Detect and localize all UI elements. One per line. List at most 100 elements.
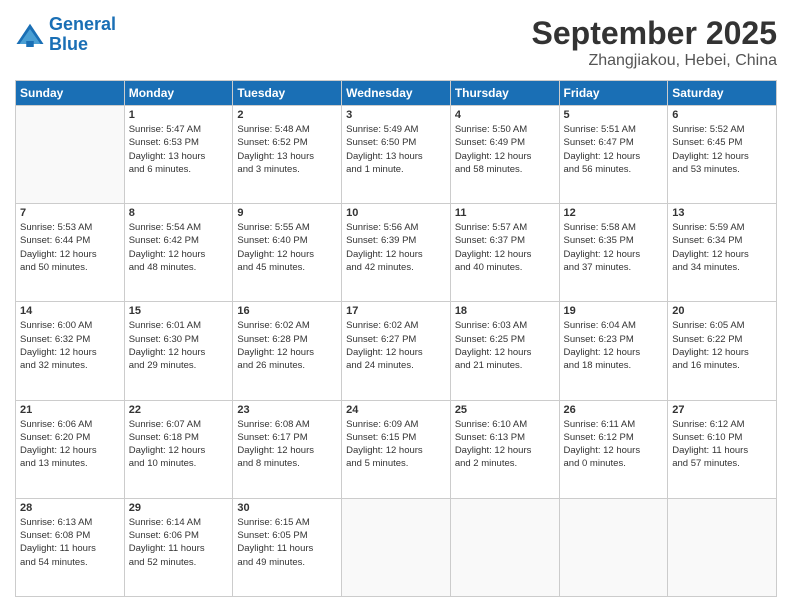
calendar-week-row: 7Sunrise: 5:53 AM Sunset: 6:44 PM Daylig… bbox=[16, 204, 777, 302]
day-info: Sunrise: 5:55 AM Sunset: 6:40 PM Dayligh… bbox=[237, 221, 337, 274]
calendar-day-cell bbox=[668, 498, 777, 596]
calendar-day-cell: 14 Sunrise: 6:00 AM Sunset: 6:32 PM Dayli… bbox=[16, 302, 125, 400]
calendar-header-cell: Monday bbox=[124, 81, 233, 106]
day-number: 22 bbox=[129, 404, 229, 416]
calendar-header-cell: Wednesday bbox=[342, 81, 451, 106]
day-number: 24 bbox=[346, 404, 446, 416]
day-info: Sunrise: 6:09 AM Sunset: 6:15 PM Dayligh… bbox=[346, 418, 446, 471]
calendar-day-cell: 26 Sunrise: 6:11 AM Sunset: 6:12 PM Dayli… bbox=[559, 400, 668, 498]
title-block: September 2025 Zhangjiakou, Hebei, China bbox=[532, 15, 777, 70]
day-info: Sunrise: 6:03 AM Sunset: 6:25 PM Dayligh… bbox=[455, 319, 555, 372]
calendar-day-cell: 19Sunrise: 6:04 AM Sunset: 6:23 PM Dayli… bbox=[559, 302, 668, 400]
calendar-header-cell: Thursday bbox=[450, 81, 559, 106]
day-number: 21 bbox=[20, 404, 120, 416]
day-info: Sunrise: 5:49 AM Sunset: 6:50 PM Dayligh… bbox=[346, 123, 446, 176]
day-number: 12 bbox=[564, 207, 664, 219]
day-info: Sunrise: 5:59 AM Sunset: 6:34 PM Dayligh… bbox=[672, 221, 772, 274]
calendar-day-cell: 9 Sunrise: 5:55 AM Sunset: 6:40 PM Daylig… bbox=[233, 204, 342, 302]
day-info: Sunrise: 5:50 AM Sunset: 6:49 PM Dayligh… bbox=[455, 123, 555, 176]
day-info: Sunrise: 6:14 AM Sunset: 6:06 PM Dayligh… bbox=[129, 516, 229, 569]
day-number: 29 bbox=[129, 502, 229, 514]
calendar-day-cell: 2Sunrise: 5:48 AM Sunset: 6:52 PM Daylig… bbox=[233, 106, 342, 204]
month-title: September 2025 bbox=[532, 15, 777, 52]
day-info: Sunrise: 5:58 AM Sunset: 6:35 PM Dayligh… bbox=[564, 221, 664, 274]
day-number: 19 bbox=[564, 305, 664, 317]
day-number: 8 bbox=[129, 207, 229, 219]
day-number: 10 bbox=[346, 207, 446, 219]
calendar-day-cell: 17Sunrise: 6:02 AM Sunset: 6:27 PM Dayli… bbox=[342, 302, 451, 400]
location: Zhangjiakou, Hebei, China bbox=[532, 52, 777, 70]
calendar-day-cell bbox=[450, 498, 559, 596]
day-number: 23 bbox=[237, 404, 337, 416]
day-info: Sunrise: 6:12 AM Sunset: 6:10 PM Dayligh… bbox=[672, 418, 772, 471]
day-info: Sunrise: 5:56 AM Sunset: 6:39 PM Dayligh… bbox=[346, 221, 446, 274]
calendar-week-row: 21 Sunrise: 6:06 AM Sunset: 6:20 PM Dayli… bbox=[16, 400, 777, 498]
calendar-day-cell: 20 Sunrise: 6:05 AM Sunset: 6:22 PM Dayli… bbox=[668, 302, 777, 400]
logo-line1: General bbox=[49, 14, 116, 34]
calendar-week-row: 28 Sunrise: 6:13 AM Sunset: 6:08 PM Dayli… bbox=[16, 498, 777, 596]
day-number: 20 bbox=[672, 305, 772, 317]
calendar-week-row: 1Sunrise: 5:47 AM Sunset: 6:53 PM Daylig… bbox=[16, 106, 777, 204]
calendar-header-cell: Saturday bbox=[668, 81, 777, 106]
calendar-day-cell: 11 Sunrise: 5:57 AM Sunset: 6:37 PM Dayli… bbox=[450, 204, 559, 302]
calendar-header-cell: Friday bbox=[559, 81, 668, 106]
header: General Blue September 2025 Zhangjiakou,… bbox=[15, 15, 777, 70]
day-info: Sunrise: 6:15 AM Sunset: 6:05 PM Dayligh… bbox=[237, 516, 337, 569]
calendar-day-cell: 6Sunrise: 5:52 AM Sunset: 6:45 PM Daylig… bbox=[668, 106, 777, 204]
calendar-day-cell: 30 Sunrise: 6:15 AM Sunset: 6:05 PM Dayli… bbox=[233, 498, 342, 596]
day-info: Sunrise: 6:02 AM Sunset: 6:27 PM Dayligh… bbox=[346, 319, 446, 372]
day-number: 13 bbox=[672, 207, 772, 219]
day-info: Sunrise: 6:10 AM Sunset: 6:13 PM Dayligh… bbox=[455, 418, 555, 471]
calendar-header-cell: Tuesday bbox=[233, 81, 342, 106]
logo-icon bbox=[15, 20, 45, 50]
calendar-day-cell: 12 Sunrise: 5:58 AM Sunset: 6:35 PM Dayli… bbox=[559, 204, 668, 302]
day-number: 28 bbox=[20, 502, 120, 514]
calendar-day-cell: 4 Sunrise: 5:50 AM Sunset: 6:49 PM Daylig… bbox=[450, 106, 559, 204]
calendar-day-cell: 22 Sunrise: 6:07 AM Sunset: 6:18 PM Dayli… bbox=[124, 400, 233, 498]
page: General Blue September 2025 Zhangjiakou,… bbox=[0, 0, 792, 612]
calendar-day-cell: 27Sunrise: 6:12 AM Sunset: 6:10 PM Dayli… bbox=[668, 400, 777, 498]
day-number: 4 bbox=[455, 109, 555, 121]
calendar-day-cell: 1Sunrise: 5:47 AM Sunset: 6:53 PM Daylig… bbox=[124, 106, 233, 204]
day-number: 14 bbox=[20, 305, 120, 317]
calendar-day-cell bbox=[559, 498, 668, 596]
day-info: Sunrise: 6:06 AM Sunset: 6:20 PM Dayligh… bbox=[20, 418, 120, 471]
day-info: Sunrise: 6:00 AM Sunset: 6:32 PM Dayligh… bbox=[20, 319, 120, 372]
logo-text: General Blue bbox=[49, 15, 116, 55]
calendar-header-cell: Sunday bbox=[16, 81, 125, 106]
day-info: Sunrise: 5:57 AM Sunset: 6:37 PM Dayligh… bbox=[455, 221, 555, 274]
calendar-day-cell: 15Sunrise: 6:01 AM Sunset: 6:30 PM Dayli… bbox=[124, 302, 233, 400]
calendar-week-row: 14 Sunrise: 6:00 AM Sunset: 6:32 PM Dayli… bbox=[16, 302, 777, 400]
day-number: 3 bbox=[346, 109, 446, 121]
day-number: 9 bbox=[237, 207, 337, 219]
calendar-day-cell bbox=[16, 106, 125, 204]
calendar-day-cell: 3 Sunrise: 5:49 AM Sunset: 6:50 PM Daylig… bbox=[342, 106, 451, 204]
day-number: 11 bbox=[455, 207, 555, 219]
calendar-day-cell: 18 Sunrise: 6:03 AM Sunset: 6:25 PM Dayli… bbox=[450, 302, 559, 400]
day-number: 5 bbox=[564, 109, 664, 121]
calendar-day-cell: 24 Sunrise: 6:09 AM Sunset: 6:15 PM Dayli… bbox=[342, 400, 451, 498]
day-number: 30 bbox=[237, 502, 337, 514]
calendar-day-cell bbox=[342, 498, 451, 596]
day-number: 26 bbox=[564, 404, 664, 416]
logo: General Blue bbox=[15, 15, 116, 55]
day-info: Sunrise: 5:53 AM Sunset: 6:44 PM Dayligh… bbox=[20, 221, 120, 274]
logo-line2: Blue bbox=[49, 34, 88, 54]
day-info: Sunrise: 5:52 AM Sunset: 6:45 PM Dayligh… bbox=[672, 123, 772, 176]
day-number: 18 bbox=[455, 305, 555, 317]
day-number: 15 bbox=[129, 305, 229, 317]
calendar-day-cell: 5 Sunrise: 5:51 AM Sunset: 6:47 PM Daylig… bbox=[559, 106, 668, 204]
day-number: 25 bbox=[455, 404, 555, 416]
calendar-day-cell: 23Sunrise: 6:08 AM Sunset: 6:17 PM Dayli… bbox=[233, 400, 342, 498]
day-info: Sunrise: 5:47 AM Sunset: 6:53 PM Dayligh… bbox=[129, 123, 229, 176]
calendar: SundayMondayTuesdayWednesdayThursdayFrid… bbox=[15, 80, 777, 597]
day-info: Sunrise: 6:11 AM Sunset: 6:12 PM Dayligh… bbox=[564, 418, 664, 471]
calendar-day-cell: 13 Sunrise: 5:59 AM Sunset: 6:34 PM Dayli… bbox=[668, 204, 777, 302]
day-info: Sunrise: 6:13 AM Sunset: 6:08 PM Dayligh… bbox=[20, 516, 120, 569]
day-info: Sunrise: 6:07 AM Sunset: 6:18 PM Dayligh… bbox=[129, 418, 229, 471]
day-info: Sunrise: 5:51 AM Sunset: 6:47 PM Dayligh… bbox=[564, 123, 664, 176]
calendar-day-cell: 29 Sunrise: 6:14 AM Sunset: 6:06 PM Dayli… bbox=[124, 498, 233, 596]
day-info: Sunrise: 6:05 AM Sunset: 6:22 PM Dayligh… bbox=[672, 319, 772, 372]
day-info: Sunrise: 5:48 AM Sunset: 6:52 PM Dayligh… bbox=[237, 123, 337, 176]
calendar-day-cell: 28 Sunrise: 6:13 AM Sunset: 6:08 PM Dayli… bbox=[16, 498, 125, 596]
